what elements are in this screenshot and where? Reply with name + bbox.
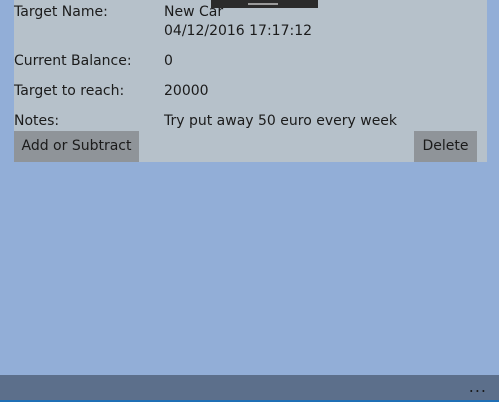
grip-handle-icon — [248, 3, 278, 5]
notes-label: Notes: — [14, 113, 60, 129]
target-name-value: New Car — [164, 4, 224, 20]
current-balance-label: Current Balance: — [14, 53, 132, 69]
notes-value: Try put away 50 euro every week — [164, 113, 398, 129]
app-bar: ... — [0, 375, 499, 402]
target-name-label: Target Name: — [14, 4, 108, 20]
current-balance-value: 0 — [164, 53, 173, 69]
drag-grip[interactable] — [211, 0, 318, 8]
more-options-icon[interactable]: ... — [469, 377, 487, 396]
target-card: Target Name: New Car 04/12/2016 17:17:12… — [14, 0, 487, 162]
delete-button[interactable]: Delete — [414, 131, 477, 162]
add-or-subtract-button[interactable]: Add or Subtract — [14, 131, 139, 162]
target-to-reach-label: Target to reach: — [14, 83, 125, 99]
target-date-value: 04/12/2016 17:17:12 — [164, 23, 313, 39]
target-to-reach-value: 20000 — [164, 83, 209, 99]
